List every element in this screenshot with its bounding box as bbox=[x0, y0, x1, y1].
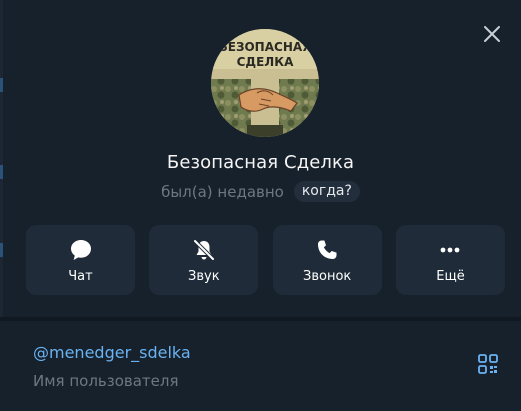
chat-button[interactable]: Чат bbox=[26, 225, 135, 295]
sound-button[interactable]: Звук bbox=[149, 225, 259, 295]
qr-code-button[interactable] bbox=[477, 353, 499, 375]
qr-code-icon bbox=[478, 354, 498, 374]
info-section: @menedger_sdelka Имя пользователя bbox=[0, 321, 521, 411]
close-button[interactable] bbox=[480, 22, 504, 46]
avatar-line2: СДЕЛКА bbox=[237, 55, 294, 69]
more-button[interactable]: Ещё bbox=[395, 225, 505, 295]
left-edge-marker bbox=[0, 78, 3, 92]
avatar[interactable]: БЕЗОПАСНАЯ СДЕЛКА bbox=[211, 29, 319, 137]
username-link[interactable]: @menedger_sdelka bbox=[33, 343, 191, 362]
action-buttons: Чат Звук Звонок Ещё bbox=[26, 225, 505, 295]
avatar-image: БЕЗОПАСНАЯ СДЕЛКА bbox=[211, 29, 319, 137]
profile-name: Безопасная Сделка bbox=[166, 152, 355, 173]
status-row: был(а) недавно когда? bbox=[0, 181, 521, 202]
call-button-label: Звонок bbox=[303, 268, 352, 284]
username-caption: Имя пользователя bbox=[33, 372, 179, 390]
more-button-label: Ещё bbox=[436, 268, 465, 284]
call-button[interactable]: Звонок bbox=[272, 225, 382, 295]
avatar-line1: БЕЗОПАСНАЯ bbox=[219, 40, 312, 54]
phone-icon bbox=[314, 237, 340, 263]
left-edge-marker bbox=[0, 243, 3, 257]
profile-panel: БЕЗОПАСНАЯ СДЕЛКА Безопасная Сделка был(… bbox=[0, 0, 521, 411]
bell-muted-icon bbox=[191, 237, 217, 263]
chat-button-label: Чат bbox=[68, 268, 93, 284]
sound-button-label: Звук bbox=[188, 268, 220, 284]
close-icon bbox=[484, 26, 500, 42]
more-dots-icon bbox=[437, 237, 463, 263]
when-button[interactable]: когда? bbox=[293, 181, 360, 202]
last-seen-status: был(а) недавно bbox=[161, 182, 284, 201]
chat-bubble-icon bbox=[68, 237, 94, 263]
